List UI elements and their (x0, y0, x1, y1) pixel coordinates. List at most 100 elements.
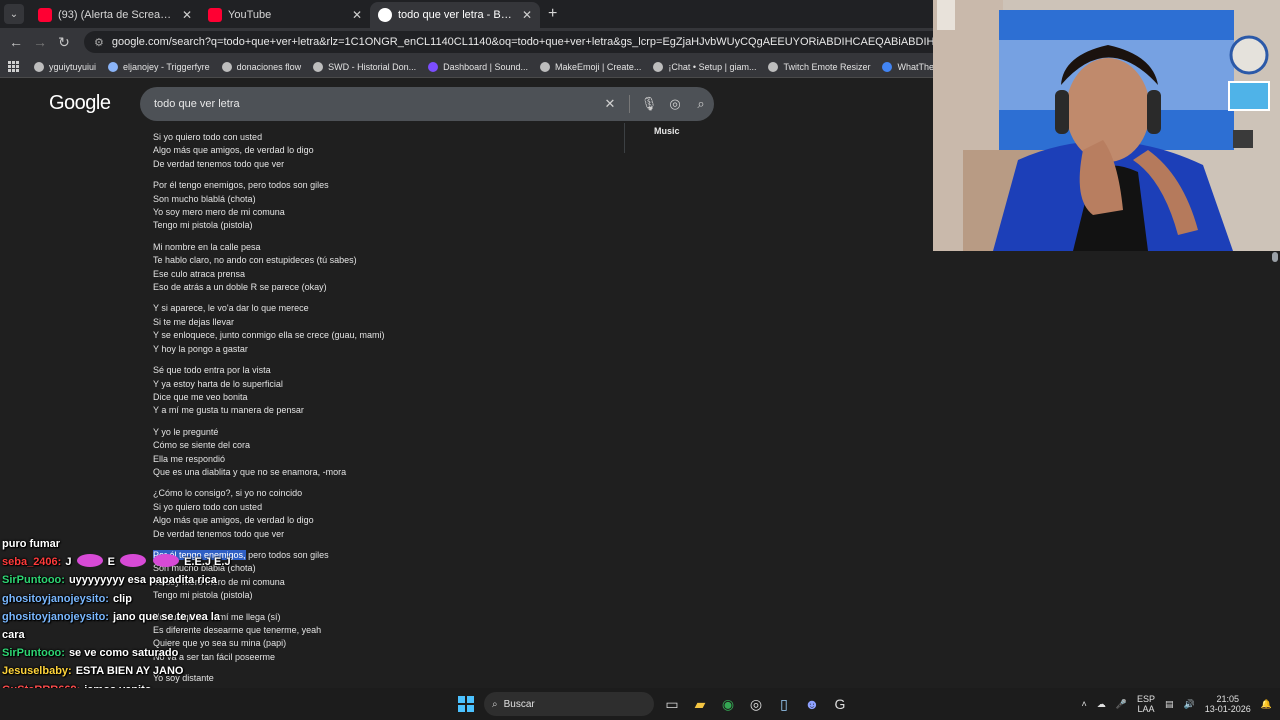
lyrics-line: Y si aparece, le vo'a dar lo que merece (153, 303, 309, 314)
google-icon (378, 8, 392, 22)
close-icon[interactable]: ✕ (352, 8, 362, 22)
chat-text (148, 556, 151, 568)
system-tray: ˄ ☁ 🎤 ESP LAA ▤ 🔊 21:05 13-01-2026 🔔 (1072, 688, 1273, 720)
chat-text: ESTA BIEN AY JANO (75, 665, 184, 678)
notifications-icon[interactable]: 🔔 (1261, 699, 1272, 709)
bookmark-item[interactable]: eljanojey - Triggerfyre (108, 61, 210, 72)
chat-message: SirPuntooo: se ve como saturado (2, 644, 332, 662)
chat-message: ghositoyjanojeysito: clip (2, 590, 332, 608)
lyrics-stanza: Y si aparece, le vo'a dar lo que merece S… (153, 302, 453, 356)
windows-start-icon[interactable] (452, 690, 480, 718)
onedrive-icon[interactable]: ☁ (1097, 699, 1106, 709)
bookmark-label: Twitch Emote Resizer (783, 61, 871, 72)
taskbar-search[interactable]: ⌕ Buscar (484, 692, 654, 716)
google-logo[interactable]: Google (49, 92, 111, 115)
search-icon[interactable]: ⌕ (688, 96, 714, 112)
new-tab-button[interactable]: + (548, 5, 557, 23)
lyrics-stanza: Si yo quiero todo con usted Algo más que … (153, 131, 453, 171)
clear-icon[interactable]: ✕ (597, 96, 623, 112)
lens-icon[interactable]: ◎ (662, 96, 688, 112)
back-icon[interactable]: ← (4, 34, 28, 50)
tab-title: todo que ver letra - Buscar con (398, 9, 516, 21)
lyrics-line: Ella me respondió (153, 453, 226, 464)
chat-text: E.E.J E.J (181, 556, 231, 569)
music-label: Music (654, 126, 680, 136)
page-scrollbar[interactable] (1270, 251, 1280, 688)
microphone-icon[interactable]: 🎤 (1116, 699, 1127, 709)
bookmark-item[interactable]: yguiytuyuiui (34, 61, 97, 72)
language-indicator[interactable]: ESP LAA (1137, 694, 1155, 714)
close-icon[interactable]: ✕ (522, 8, 532, 22)
chat-username: SirPuntooo: (2, 574, 65, 587)
chat-message: cara (2, 626, 332, 644)
emote-icon (119, 554, 146, 568)
tab-search-menu-button[interactable]: ⌄ (4, 4, 24, 24)
bookmark-item[interactable]: Dashboard | Sound... (428, 61, 529, 72)
emote-icon (153, 554, 180, 568)
lyrics-line: Si yo quiero todo con usted (153, 501, 263, 512)
lyrics-line: De verdad tenemos todo que ver (153, 158, 285, 169)
bookmark-icon (108, 61, 119, 72)
lyrics-stanza: Por él tengo enemigos, pero todos son gi… (153, 179, 453, 233)
reload-icon[interactable]: ↻ (52, 34, 76, 51)
network-icon[interactable]: ▤ (1165, 699, 1174, 709)
bookmark-label: MakeEmoji | Create... (555, 61, 642, 72)
lyrics-line: Que es una diablita y que no se enamora,… (153, 466, 347, 477)
chevron-up-icon[interactable]: ˄ (1082, 699, 1087, 709)
microphone-icon[interactable]: 🎙 (636, 96, 662, 112)
search-box[interactable]: todo que ver letra ✕ 🎙 ◎ ⌕ (140, 87, 714, 121)
bookmark-item[interactable]: SWD - Historial Don... (313, 61, 417, 72)
youtube-icon (38, 8, 52, 22)
lyrics-line: Yo soy mero mero de mi comuna (153, 207, 285, 218)
file-explorer-icon[interactable]: ▰ (686, 690, 714, 718)
bookmark-label: yguiytuyuiui (49, 61, 97, 72)
lyrics-line: Y ya estoy harta de lo superficial (153, 378, 283, 389)
site-info-icon[interactable]: ⚙ (94, 36, 104, 49)
bookmark-item[interactable]: MakeEmoji | Create... (540, 61, 642, 72)
chat-message: puro fumar (2, 535, 332, 553)
chrome-icon[interactable]: ◉ (714, 690, 742, 718)
chat-username: ghositoyjanojeysito: (2, 610, 109, 623)
close-icon[interactable]: ✕ (182, 8, 192, 22)
bookmark-label: SWD - Historial Don... (328, 61, 417, 72)
lyrics-stanza: Mi nombre en la calle pesa Te hablo claro… (153, 241, 453, 295)
lyrics-stanza: ¿Cómo lo consigo?, si yo no coincido Si y… (153, 487, 453, 541)
tab-1[interactable]: YouTube ✕ (200, 2, 370, 28)
lyrics-line: Por él tengo enemigos, pero todos son gi… (153, 180, 329, 191)
lyrics-line: Sé que todo entra por la vista (153, 365, 271, 376)
bookmark-label: Dashboard | Sound... (443, 61, 529, 72)
chat-message: Jesuselbaby: ESTA BIEN AY JANO (2, 662, 332, 680)
lyrics-line: Y yo le pregunté (153, 426, 219, 437)
forward-icon[interactable]: → (28, 34, 52, 50)
youtube-icon (208, 8, 222, 22)
bookmark-icon (653, 61, 664, 72)
chat-message: seba_2406: J E E.E.J E.J (2, 553, 332, 571)
clock[interactable]: 21:05 13-01-2026 (1205, 694, 1251, 714)
webcam-image (933, 0, 1280, 251)
bookmark-item[interactable]: donaciones flow (221, 61, 302, 72)
volume-icon[interactable]: 🔊 (1184, 699, 1195, 709)
discord-icon[interactable]: ☻ (798, 690, 826, 718)
app-icon[interactable]: ▯ (770, 690, 798, 718)
bookmark-item[interactable]: ¡Chat • Setup | giam... (653, 61, 756, 72)
bookmark-icon (34, 61, 44, 72)
windows-logo-icon (458, 696, 474, 712)
obs-icon[interactable]: ◎ (742, 690, 770, 718)
search-input[interactable]: todo que ver letra (154, 98, 597, 110)
chat-text: J (65, 556, 75, 569)
tab-2[interactable]: todo que ver letra - Buscar con ✕ (370, 2, 540, 28)
lyrics-line: Mi nombre en la calle pesa (153, 241, 261, 252)
scrollbar-thumb[interactable] (1272, 252, 1278, 262)
chat-text: cara (2, 629, 25, 642)
chat-username: ghositoyjanojeysito: (2, 592, 109, 605)
tab-0[interactable]: (93) (Alerta de Screamers) Cristi ✕ (30, 2, 200, 28)
bookmark-label: donaciones flow (236, 61, 302, 72)
divider (624, 123, 625, 153)
task-view-icon[interactable]: ▭ (658, 690, 686, 718)
apps-grid-icon[interactable] (8, 60, 20, 73)
lyrics-line: Cómo se siente del cora (153, 440, 251, 451)
logitech-icon[interactable]: G (826, 690, 854, 718)
bookmark-item[interactable]: Twitch Emote Resizer (768, 61, 871, 72)
bookmark-icon (313, 61, 324, 72)
search-icon: ⌕ (492, 698, 498, 710)
